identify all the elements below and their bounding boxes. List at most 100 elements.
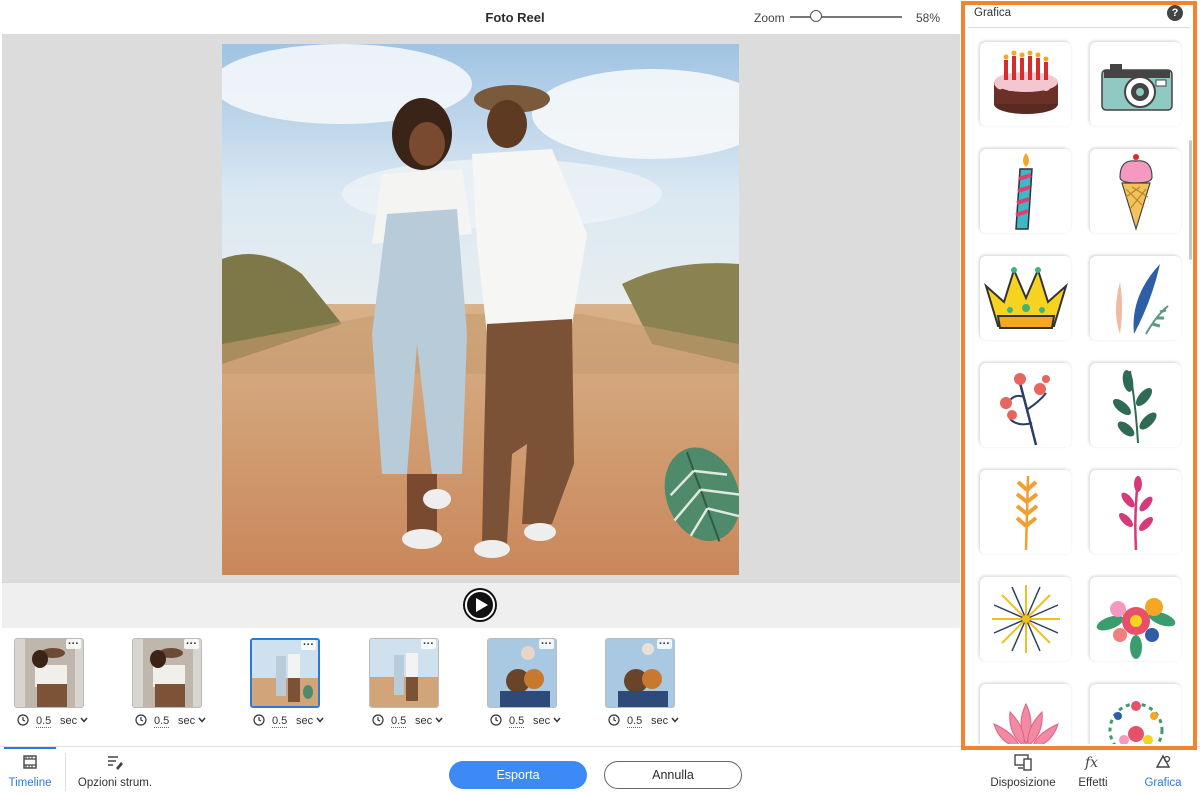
graphic-orange-sprig[interactable] <box>980 470 1071 554</box>
clip-more-icon[interactable]: ··· <box>421 639 436 650</box>
graphic-flower-wreath[interactable] <box>1090 684 1181 744</box>
graphics-grid <box>968 32 1186 744</box>
clip-duration-value[interactable]: 0.5 <box>36 715 52 728</box>
film-icon <box>23 755 37 769</box>
clip-more-icon[interactable]: ··· <box>539 639 554 650</box>
zoom-slider[interactable] <box>790 16 902 18</box>
zoom-slider-handle[interactable] <box>810 10 822 22</box>
graphic-candle[interactable] <box>980 149 1071 233</box>
chevron-down-icon[interactable] <box>197 715 207 725</box>
clip-thumbnail[interactable]: ··· <box>487 638 557 708</box>
clip-duration-value[interactable]: 0.5 <box>272 715 288 728</box>
clip-duration[interactable]: 0.5 sec <box>369 712 459 730</box>
clock-icon <box>372 714 384 726</box>
tab-effects[interactable]: fx Effetti <box>1072 753 1114 789</box>
timeline-clip-3[interactable]: ··· 0.5 sec <box>250 638 330 732</box>
cancel-button[interactable]: Annulla <box>604 761 742 789</box>
clock-icon <box>490 714 502 726</box>
chevron-down-icon[interactable] <box>315 715 325 725</box>
clip-more-icon[interactable]: ··· <box>657 639 672 650</box>
chevron-down-icon[interactable] <box>552 715 562 725</box>
graphic-camera[interactable] <box>1090 42 1181 126</box>
berry-branch-icon <box>1000 373 1050 446</box>
clip-duration-value[interactable]: 0.5 <box>391 715 407 728</box>
clip-duration-unit: sec <box>60 715 78 727</box>
ice-cream-icon <box>1119 154 1153 232</box>
clip-thumbnail[interactable]: ··· <box>369 638 439 708</box>
panel-scrollbar[interactable] <box>1189 140 1192 260</box>
tab-timeline[interactable]: Timeline <box>4 753 56 789</box>
timeline-clip-6[interactable]: ··· 0.5 sec <box>605 638 685 732</box>
graphic-crown[interactable] <box>980 256 1071 340</box>
clip-duration[interactable]: 0.5 sec <box>250 712 340 730</box>
graphic-lotus[interactable] <box>980 684 1071 744</box>
timeline-clip-4[interactable]: ··· 0.5 sec <box>369 638 449 732</box>
chevron-down-icon[interactable] <box>670 715 680 725</box>
clip-duration-value[interactable]: 0.5 <box>509 715 525 728</box>
zoom-label: Zoom <box>754 11 785 25</box>
clock-icon <box>135 714 147 726</box>
clock-icon <box>253 714 265 726</box>
orange-sprig-icon <box>1015 475 1039 551</box>
active-tab-indicator <box>4 747 56 749</box>
preview-stage <box>2 34 960 582</box>
graphic-ice-cream[interactable] <box>1090 149 1181 233</box>
timeline-strip: ··· 0.5 sec ··· 0.5 sec ··· 0.5 sec ··· … <box>2 628 960 746</box>
graphic-feathers[interactable] <box>1090 256 1181 340</box>
export-button[interactable]: Esporta <box>449 761 587 789</box>
header: Foto Reel Zoom 58% <box>0 0 960 34</box>
help-icon[interactable]: ? <box>1167 5 1183 21</box>
tab-graphics[interactable]: Grafica <box>1140 753 1186 789</box>
clip-duration-value[interactable]: 0.5 <box>627 715 643 728</box>
clip-more-icon[interactable]: ··· <box>301 640 316 651</box>
clip-thumbnail[interactable]: ··· <box>14 638 84 708</box>
clip-duration[interactable]: 0.5 sec <box>14 712 104 730</box>
pink-sprig-icon <box>1119 476 1153 551</box>
play-button[interactable] <box>463 588 497 622</box>
clip-thumbnail[interactable]: ··· <box>605 638 675 708</box>
candle-icon <box>1015 153 1033 230</box>
graphic-flower-bouquet[interactable] <box>1090 577 1181 661</box>
panel-title: Grafica <box>974 7 1012 19</box>
layout-devices-icon <box>1014 754 1032 771</box>
clip-thumbnail[interactable]: ··· <box>250 638 320 708</box>
clip-duration[interactable]: 0.5 sec <box>605 712 695 730</box>
graphics-icon <box>1155 754 1171 768</box>
clock-icon <box>608 714 620 726</box>
tab-layout-label: Disposizione <box>990 777 1056 789</box>
foto-reel-app: Foto Reel Zoom 58% ··· 0.5 sec ··· 0.5 s… <box>0 0 1200 795</box>
birthday-cake-icon <box>994 50 1058 114</box>
clip-more-icon[interactable]: ··· <box>66 639 81 650</box>
timeline-clip-5[interactable]: ··· 0.5 sec <box>487 638 567 732</box>
clip-more-icon[interactable]: ··· <box>184 639 199 650</box>
tool-options-icon <box>108 756 123 770</box>
preview-photo[interactable] <box>222 44 739 575</box>
graphic-berry-branch[interactable] <box>980 363 1071 447</box>
feathers-icon <box>1116 264 1169 335</box>
flower-bouquet-icon <box>1096 598 1176 659</box>
chevron-down-icon[interactable] <box>79 715 89 725</box>
clip-thumbnail[interactable]: ··· <box>132 638 202 708</box>
fireworks-icon <box>992 585 1060 653</box>
tab-effects-label: Effetti <box>1078 777 1108 789</box>
clip-duration[interactable]: 0.5 sec <box>132 712 222 730</box>
timeline-clip-1[interactable]: ··· 0.5 sec <box>14 638 94 732</box>
panel-divider <box>968 27 1190 28</box>
crown-icon <box>984 267 1068 329</box>
chevron-down-icon[interactable] <box>434 715 444 725</box>
graphic-birthday-cake[interactable] <box>980 42 1071 126</box>
graphic-pink-sprig[interactable] <box>1090 470 1181 554</box>
graphic-leaf-branch[interactable] <box>1090 363 1181 447</box>
tab-tool-options-label: Opzioni strum. <box>77 777 153 789</box>
tab-tool-options[interactable]: Opzioni strum. <box>76 753 154 789</box>
clip-duration-unit: sec <box>178 715 196 727</box>
svg-text:fx: fx <box>1084 755 1098 771</box>
clip-duration[interactable]: 0.5 sec <box>487 712 577 730</box>
clip-duration-value[interactable]: 0.5 <box>154 715 170 728</box>
tab-layout[interactable]: Disposizione <box>988 753 1058 789</box>
play-icon <box>465 590 495 620</box>
graphic-fireworks[interactable] <box>980 577 1071 661</box>
timeline-clip-2[interactable]: ··· 0.5 sec <box>132 638 212 732</box>
clip-duration-unit: sec <box>651 715 669 727</box>
camera-icon <box>1101 64 1173 111</box>
